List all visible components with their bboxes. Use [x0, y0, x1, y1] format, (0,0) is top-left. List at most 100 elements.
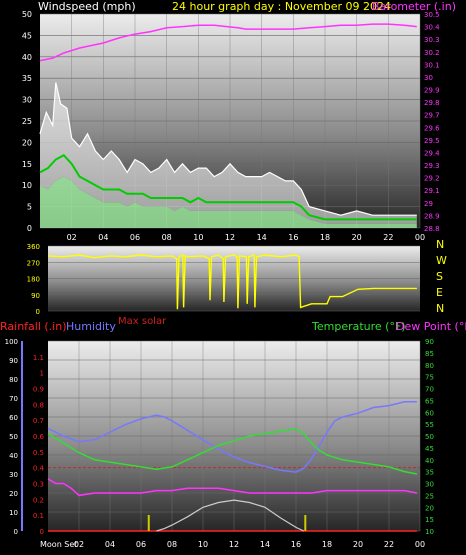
baro-tick-label: 29 [424, 200, 433, 208]
rain-tick-label: 0.6 [33, 433, 45, 441]
humidity-tick-label: 10 [9, 509, 18, 517]
direction-tick-label: 360 [27, 243, 40, 251]
humidity-tick-label: 100 [5, 338, 18, 346]
wind-x-tick-label: 18 [320, 233, 330, 242]
rain-tick-label: 0.7 [33, 417, 44, 425]
temperature-tick-label: 75 [425, 374, 434, 382]
wind-x-tick-label: 00 [415, 233, 425, 242]
baro-axis-title: Barometer (.in) [372, 0, 456, 13]
temperature-tick-label: 10 [425, 528, 434, 536]
rain-tick-label: 0.4 [33, 465, 45, 473]
climate-x-tick-label: 20 [353, 540, 363, 549]
wind-x-tick-label: 14 [257, 233, 267, 242]
humidity-axis-title: Humidity [66, 320, 116, 333]
rain-tick-label: 0.3 [33, 481, 44, 489]
rain-tick-label: 1.1 [33, 354, 44, 362]
wind-tick-label: 20 [22, 138, 32, 147]
baro-tick-label: 29.1 [424, 187, 440, 195]
wind-tick-label: 45 [22, 31, 32, 40]
baro-tick-label: 29.6 [424, 124, 440, 132]
baro-tick-label: 29.9 [424, 87, 440, 95]
temperature-tick-label: 20 [425, 504, 434, 512]
baro-tick-label: 29.4 [424, 149, 440, 157]
wind-x-tick-label: 06 [130, 233, 140, 242]
temperature-tick-label: 30 [425, 481, 434, 489]
wind-tick-label: 0 [27, 224, 32, 233]
wind-x-tick-label: 12 [225, 233, 235, 242]
wind-tick-label: 35 [22, 74, 32, 83]
temperature-tick-label: 60 [425, 409, 434, 417]
rain-tick-label: 0.1 [33, 512, 44, 520]
climate-x-tick-label: 10 [198, 540, 208, 549]
climate-x-tick-label: 12 [229, 540, 239, 549]
direction-tick-label: 0 [36, 308, 40, 316]
compass-letter: S [436, 270, 443, 283]
humidity-tick-label: 50 [9, 433, 18, 441]
wind-tick-label: 15 [22, 160, 32, 169]
temperature-tick-label: 45 [425, 445, 434, 453]
wind-x-tick-label: 10 [193, 233, 203, 242]
baro-tick-label: 29.2 [424, 175, 440, 183]
temperature-tick-label: 65 [425, 397, 434, 405]
humidity-tick-label: 30 [9, 471, 18, 479]
rain-tick-label: 0.2 [33, 496, 44, 504]
baro-tick-label: 30.5 [424, 11, 440, 19]
climate-x-tick-label: 14 [260, 540, 270, 549]
wind-x-tick-label: 20 [352, 233, 362, 242]
compass-letter: E [436, 286, 443, 299]
climate-x-tick-label: 18 [322, 540, 332, 549]
climate-x-tick-label: 16 [291, 540, 301, 549]
rain-tick-label: 0.5 [33, 449, 44, 457]
graph-title: 24 hour graph day : November 09 2024 [172, 0, 391, 13]
wind-x-tick-label: 16 [288, 233, 298, 242]
rain-tick-label: 0 [40, 528, 44, 536]
humidity-tick-label: 40 [9, 452, 18, 460]
wind-tick-label: 5 [27, 203, 32, 212]
rain-tick-label: 1 [40, 370, 44, 378]
wind-axis-title: Windspeed (mph) [38, 0, 136, 13]
temperature-tick-label: 55 [425, 421, 434, 429]
wind-tick-label: 10 [22, 181, 32, 190]
temperature-tick-label: 90 [425, 338, 434, 346]
direction-tick-label: 270 [27, 259, 40, 267]
humidity-tick-label: 20 [9, 490, 18, 498]
climate-x-tick-label: 06 [136, 540, 146, 549]
baro-tick-label: 28.8 [424, 225, 440, 233]
humidity-tick-label: 90 [9, 357, 18, 365]
temperature-tick-label: 25 [425, 492, 434, 500]
humidity-tick-label: 0 [14, 528, 18, 536]
direction-tick-label: 180 [27, 276, 40, 284]
humidity-tick-label: 70 [9, 395, 18, 403]
temperature-tick-label: 40 [425, 457, 434, 465]
wind-tick-label: 25 [22, 117, 32, 126]
climate-x-tick-label: 08 [167, 540, 177, 549]
wind-panel: 0 5 10 15 20 25 30 35 40 45 50 28.8 28.9 29 29.1 29.2 2… [22, 10, 440, 242]
temperature-tick-label: 80 [425, 362, 434, 370]
temperature-tick-label: 50 [425, 433, 434, 441]
wind-x-tick-label: 04 [98, 233, 108, 242]
baro-tick-label: 30.3 [424, 36, 440, 44]
wind-x-tick-label: 02 [67, 233, 77, 242]
climate-x-tick-label: 22 [384, 540, 394, 549]
compass-letter: N [436, 302, 444, 315]
wind-x-tick-label: 08 [162, 233, 172, 242]
direction-tick-label: 90 [31, 292, 40, 300]
baro-tick-label: 29.7 [424, 112, 440, 120]
wind-x-tick-label: 22 [383, 233, 393, 242]
wind-tick-label: 30 [22, 96, 32, 105]
baro-tick-label: 29.5 [424, 137, 440, 145]
climate-x-tick-label: 04 [105, 540, 115, 549]
weather-graph-canvas: Windspeed (mph) 24 hour graph day : Nove… [0, 0, 466, 549]
compass-letter: W [436, 254, 447, 267]
temperature-tick-label: 35 [425, 469, 434, 477]
max-solar-label: Max solar [118, 316, 167, 327]
baro-tick-label: 29.3 [424, 162, 440, 170]
moon-set-label: Moon Set [40, 540, 77, 549]
wind-tick-label: 50 [22, 10, 32, 19]
climate-x-tick-label: 00 [415, 540, 425, 549]
baro-tick-label: 29.8 [424, 99, 440, 107]
rain-tick-label: 0.8 [33, 401, 44, 409]
wind-tick-label: 40 [22, 53, 32, 62]
rain-tick-label: 0.9 [33, 386, 44, 394]
climate-panel: 0102030405060708090100 00.10.20.30.40.50… [5, 338, 434, 549]
